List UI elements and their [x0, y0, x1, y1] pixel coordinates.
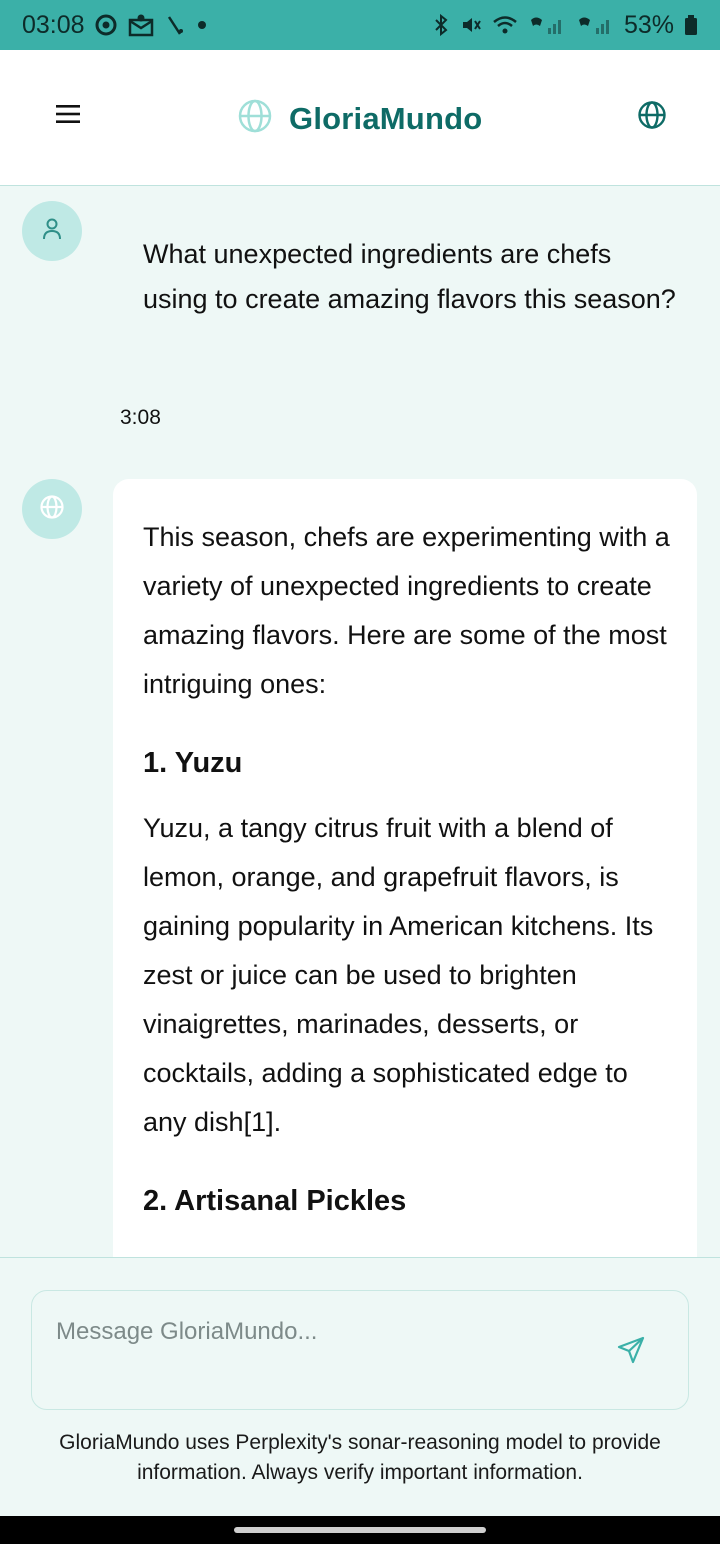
globe-icon: [637, 100, 667, 135]
send-button[interactable]: [614, 1335, 648, 1369]
app-title: GloriaMundo: [289, 100, 483, 136]
status-bar: 03:08 53%: [0, 0, 720, 50]
status-time: 03:08: [22, 10, 85, 39]
globe-icon: [237, 98, 273, 139]
menu-button[interactable]: [48, 96, 88, 136]
assistant-intro: This season, chefs are experimenting wit…: [143, 522, 670, 699]
sim2-signal-icon: [576, 14, 614, 36]
hamburger-menu-icon: [55, 103, 81, 130]
dot-icon: [195, 18, 209, 32]
user-avatar: [22, 201, 82, 261]
message-input[interactable]: [54, 1317, 578, 1347]
bluetooth-icon: [432, 13, 450, 37]
section-text: Yuzu, a tangy citrus fruit with a blend …: [143, 813, 654, 1137]
battery-icon: [684, 14, 698, 36]
message-timestamp: 3:08: [120, 406, 161, 429]
composer: GloriaMundo uses Perplexity's sonar-reas…: [0, 1257, 720, 1517]
user-icon: [41, 217, 63, 246]
signal-slash-icon: [165, 14, 185, 36]
section-heading: 2. Artisanal Pickles: [143, 1185, 407, 1217]
mail-notification-icon: [127, 13, 155, 37]
user-message: What unexpected ingredients are chefs us…: [143, 239, 676, 314]
section-heading: 1. Yuzu: [143, 747, 243, 779]
chrome-icon: [95, 14, 117, 36]
assistant-avatar: [22, 479, 82, 539]
sim1-signal-icon: [528, 14, 566, 36]
wifi-icon: [492, 14, 518, 36]
globe-icon: [39, 494, 65, 525]
disclaimer: GloriaMundo uses Perplexity's sonar-reas…: [59, 1431, 661, 1484]
brand: GloriaMundo: [237, 98, 482, 139]
message-input-box[interactable]: [31, 1290, 689, 1410]
system-nav-bar: [0, 1516, 720, 1544]
status-right: 53%: [432, 11, 698, 40]
home-gesture-bar[interactable]: [234, 1527, 486, 1533]
mute-icon: [460, 14, 482, 36]
send-icon: [616, 1335, 646, 1370]
assistant-message-body: This season, chefs are experimenting wit…: [143, 513, 673, 1218]
assistant-message: This season, chefs are experimenting wit…: [113, 479, 697, 1257]
status-left: 03:08: [22, 11, 209, 40]
chat-thread[interactable]: What unexpected ingredients are chefs us…: [0, 186, 720, 1257]
language-button[interactable]: [634, 99, 670, 135]
app-header: GloriaMundo: [0, 50, 720, 186]
battery-percent: 53%: [623, 10, 674, 39]
